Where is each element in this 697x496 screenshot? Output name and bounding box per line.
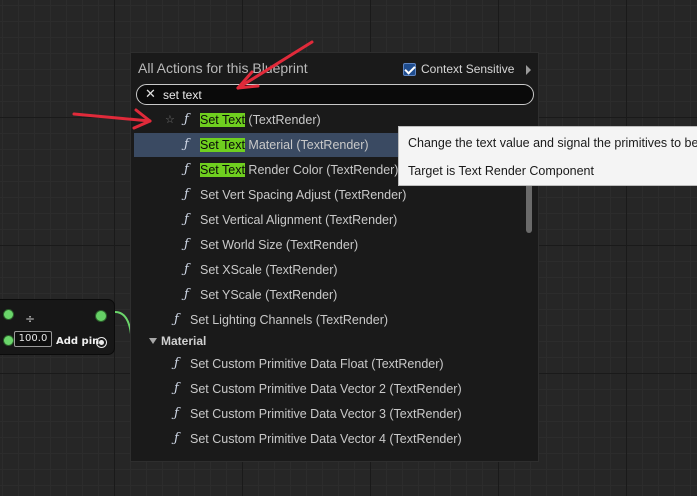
annotation-arrow xyxy=(236,40,314,90)
annotation-arrow xyxy=(72,108,152,130)
annotation-arrows xyxy=(72,40,314,130)
